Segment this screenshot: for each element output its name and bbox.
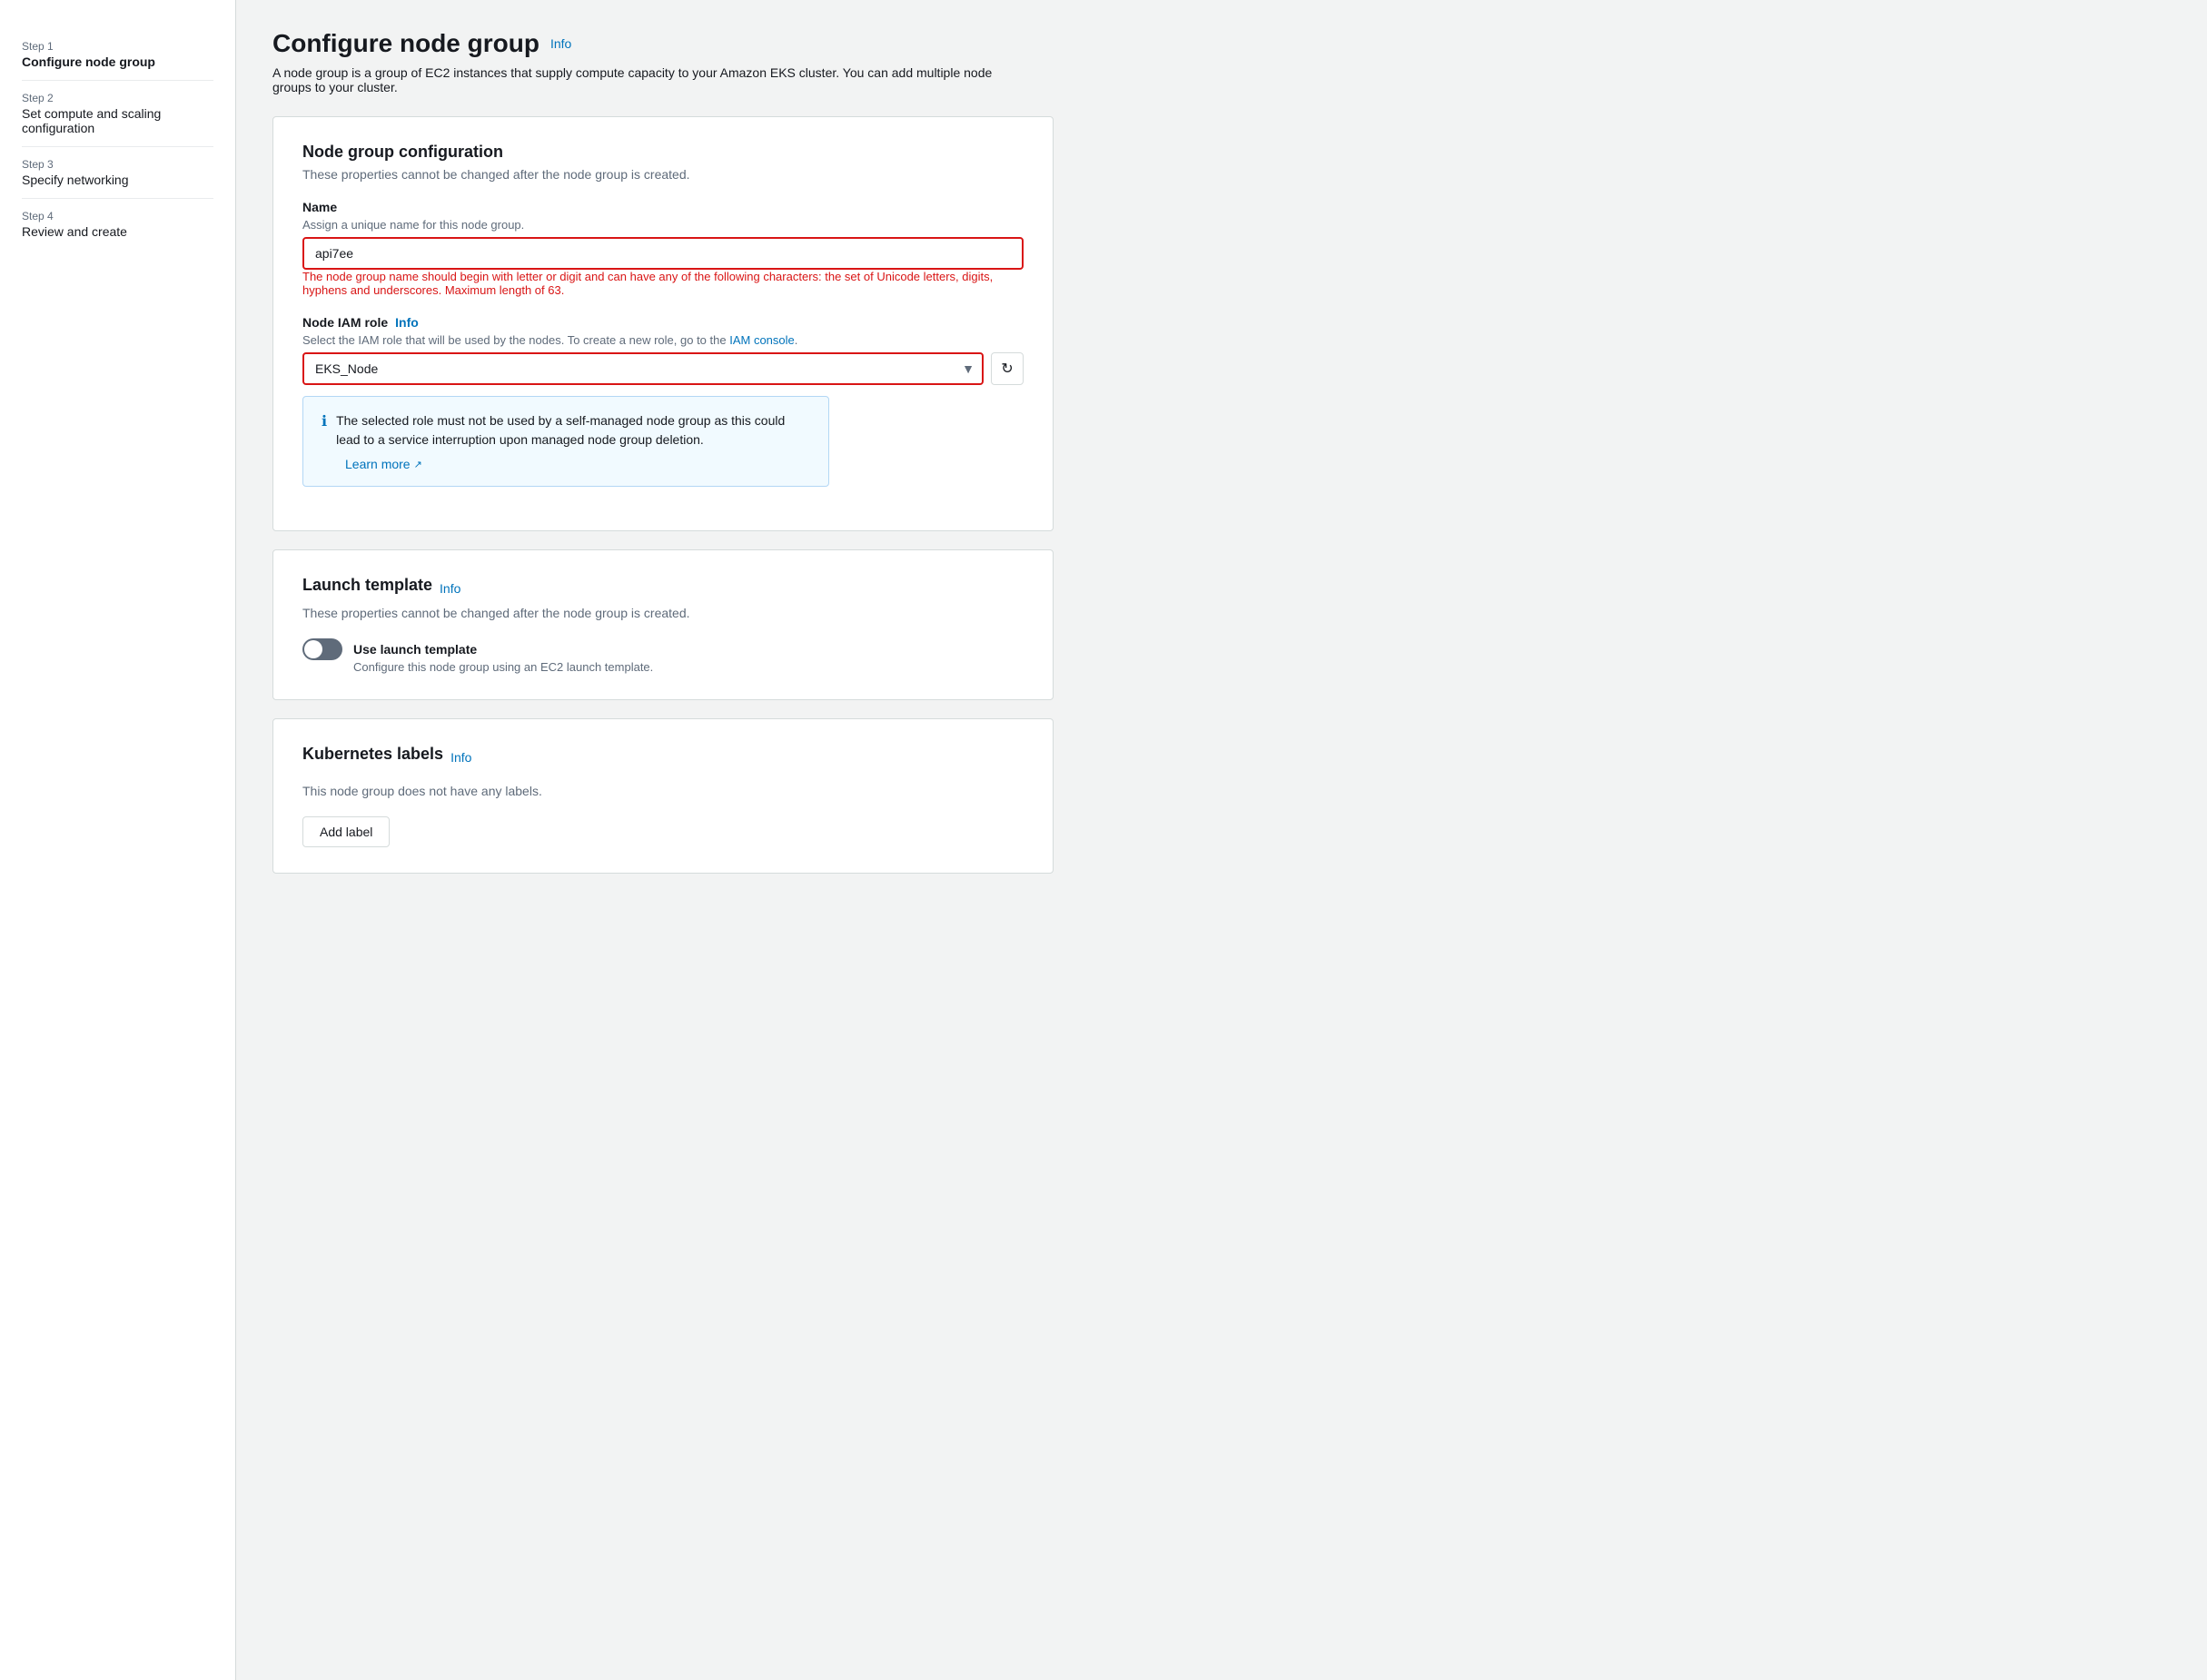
launch-template-toggle-row: Use launch template (302, 638, 1024, 660)
launch-template-card: Launch template Info These properties ca… (272, 549, 1054, 700)
toggle-knob (304, 640, 322, 658)
sidebar-item-step4[interactable]: Step 4 Review and create (22, 199, 213, 250)
step1-label: Configure node group (22, 54, 213, 69)
toggle-label: Use launch template (353, 642, 477, 657)
launch-template-toggle[interactable] (302, 638, 342, 660)
role-info-box: ℹ The selected role must not be used by … (302, 396, 829, 487)
iam-role-field-group: Node IAM role Info Select the IAM role t… (302, 315, 1024, 487)
kubernetes-labels-title: Kubernetes labels (302, 745, 443, 764)
launch-template-title: Launch template (302, 576, 432, 595)
add-label-button[interactable]: Add label (302, 816, 390, 847)
kubernetes-labels-info-link[interactable]: Info (450, 750, 471, 765)
sidebar-item-step1[interactable]: Step 1 Configure node group (22, 29, 213, 81)
page-title: Configure node group (272, 29, 539, 58)
name-field-group: Name Assign a unique name for this node … (302, 200, 1024, 297)
node-group-config-subtitle: These properties cannot be changed after… (302, 167, 1024, 182)
node-group-config-title: Node group configuration (302, 143, 1024, 162)
iam-role-description: Select the IAM role that will be used by… (302, 333, 1024, 347)
learn-more-link[interactable]: Learn more ↗ (345, 457, 810, 471)
node-group-config-card: Node group configuration These propertie… (272, 116, 1054, 531)
step4-number: Step 4 (22, 210, 213, 222)
name-validation-text: The node group name should begin with le… (302, 270, 1024, 297)
step2-label: Set compute and scaling configuration (22, 106, 213, 135)
main-content: Configure node group Info A node group i… (236, 0, 2207, 1680)
refresh-icon: ↻ (1001, 360, 1013, 378)
iam-role-select-wrapper: EKS_Node ▼ (302, 352, 984, 385)
sidebar: Step 1 Configure node group Step 2 Set c… (0, 0, 236, 1680)
step3-number: Step 3 (22, 158, 213, 171)
toggle-description: Configure this node group using an EC2 l… (353, 660, 1024, 674)
name-input[interactable] (302, 237, 1024, 270)
page-info-link[interactable]: Info (550, 36, 571, 51)
step3-label: Specify networking (22, 173, 213, 187)
info-box-text: The selected role must not be used by a … (336, 411, 810, 450)
launch-template-info-link[interactable]: Info (440, 581, 460, 596)
iam-console-link[interactable]: IAM console (729, 333, 795, 347)
step2-number: Step 2 (22, 92, 213, 104)
iam-role-select[interactable]: EKS_Node (302, 352, 984, 385)
launch-template-subtitle: These properties cannot be changed after… (302, 606, 1024, 620)
kubernetes-labels-card: Kubernetes labels Info This node group d… (272, 718, 1054, 874)
iam-role-select-row: EKS_Node ▼ ↻ (302, 352, 1024, 385)
kubernetes-labels-empty: This node group does not have any labels… (302, 784, 1024, 798)
info-box-row: ℹ The selected role must not be used by … (322, 411, 810, 450)
iam-role-label: Node IAM role Info (302, 315, 1024, 330)
iam-role-info-link[interactable]: Info (395, 315, 419, 330)
name-label: Name (302, 200, 1024, 214)
info-circle-icon: ℹ (322, 412, 327, 430)
name-description: Assign a unique name for this node group… (302, 218, 1024, 232)
step4-label: Review and create (22, 224, 213, 239)
page-header: Configure node group Info (272, 29, 2171, 58)
sidebar-item-step2[interactable]: Step 2 Set compute and scaling configura… (22, 81, 213, 147)
refresh-button[interactable]: ↻ (991, 352, 1024, 385)
page-description: A node group is a group of EC2 instances… (272, 65, 999, 94)
step1-number: Step 1 (22, 40, 213, 53)
external-link-icon: ↗ (414, 459, 422, 470)
sidebar-item-step3[interactable]: Step 3 Specify networking (22, 147, 213, 199)
